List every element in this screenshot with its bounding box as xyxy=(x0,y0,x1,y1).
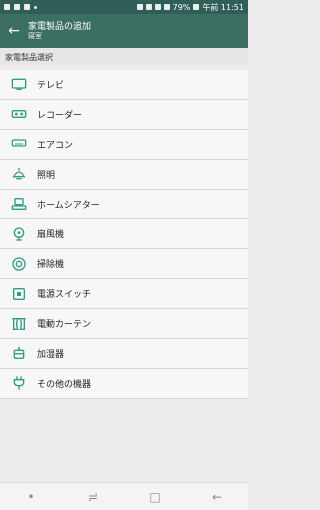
air-conditioner-icon xyxy=(8,133,30,155)
back-button[interactable]: ← xyxy=(0,14,28,48)
battery-icon xyxy=(193,4,200,10)
appliance-item-vacuum[interactable]: 掃除機 xyxy=(0,249,248,280)
appliance-label: 電源スイッチ xyxy=(37,290,92,301)
appliance-label: エアコン xyxy=(37,140,74,151)
appliance-item-other[interactable]: その他の機器 xyxy=(0,368,248,399)
status-bar: 79% 午前 11:51 xyxy=(0,0,248,14)
appliance-item-air-conditioner[interactable]: エアコン xyxy=(0,129,248,160)
light-icon xyxy=(8,163,30,185)
fan-icon xyxy=(8,223,30,245)
page-subtitle: 寝室 xyxy=(28,32,42,41)
app-bar: ← 家電製品の追加 寝室 xyxy=(0,14,248,48)
plug-icon xyxy=(8,372,30,394)
recents-button[interactable]: ≓ xyxy=(73,483,113,510)
appliance-label: ホームシアター xyxy=(37,200,100,211)
appliance-label: 掃除機 xyxy=(37,260,65,271)
bluetooth-icon xyxy=(136,4,143,10)
recorder-icon xyxy=(8,103,30,125)
appliance-item-home-theater[interactable]: ホームシアター xyxy=(0,189,248,220)
back-arrow-icon: ← xyxy=(8,23,20,39)
more-notifications-icon xyxy=(34,5,37,9)
back-nav-icon: ← xyxy=(211,489,223,504)
home-theater-icon xyxy=(8,193,30,215)
shield-icon xyxy=(14,4,20,10)
appliance-item-power-switch[interactable]: 電源スイッチ xyxy=(0,279,248,310)
appliance-label: 扇風機 xyxy=(37,230,65,241)
appliance-label: 電動カーテン xyxy=(37,320,92,331)
appliance-item-recorder[interactable]: レコーダー xyxy=(0,99,248,130)
back-nav-button[interactable]: ← xyxy=(197,483,237,510)
appliance-list: テレビ レコーダー エアコン 照明 ホームシアター 扇風機 掃除機 電源スイッチ… xyxy=(0,70,248,399)
recents-icon: ≓ xyxy=(87,489,99,504)
appliance-item-curtain[interactable]: 電動カーテン xyxy=(0,309,248,340)
notification-icon xyxy=(24,4,30,10)
page-title: 家電製品の追加 xyxy=(28,21,92,32)
appliance-item-fan[interactable]: 扇風機 xyxy=(0,219,248,250)
wifi-icon xyxy=(154,4,161,10)
appliance-label: 照明 xyxy=(37,170,56,181)
dot-icon: • xyxy=(27,489,35,504)
appliance-item-tv[interactable]: テレビ xyxy=(0,70,248,100)
signal-icon xyxy=(163,4,170,10)
vacuum-icon xyxy=(8,253,30,275)
mute-icon xyxy=(145,4,152,10)
nav-dot-button[interactable]: • xyxy=(11,483,51,510)
system-nav-bar: • ≓ □ ← xyxy=(0,482,248,510)
power-switch-icon xyxy=(8,283,30,305)
appliance-label: 加湿器 xyxy=(37,349,65,360)
home-button[interactable]: □ xyxy=(135,483,175,510)
clock: 午前 11:51 xyxy=(202,2,244,12)
appliance-item-light[interactable]: 照明 xyxy=(0,159,248,190)
home-icon: □ xyxy=(149,489,161,504)
appliance-label: テレビ xyxy=(37,80,65,91)
section-header: 家電製品選択 xyxy=(0,48,248,66)
battery-percent: 79% xyxy=(172,2,191,12)
humidifier-icon xyxy=(8,342,30,364)
appliance-label: レコーダー xyxy=(37,110,83,121)
gallery-icon xyxy=(4,4,10,10)
curtain-icon xyxy=(8,313,30,335)
appliance-label: その他の機器 xyxy=(37,379,92,390)
appliance-item-humidifier[interactable]: 加湿器 xyxy=(0,339,248,369)
tv-icon xyxy=(8,73,30,95)
